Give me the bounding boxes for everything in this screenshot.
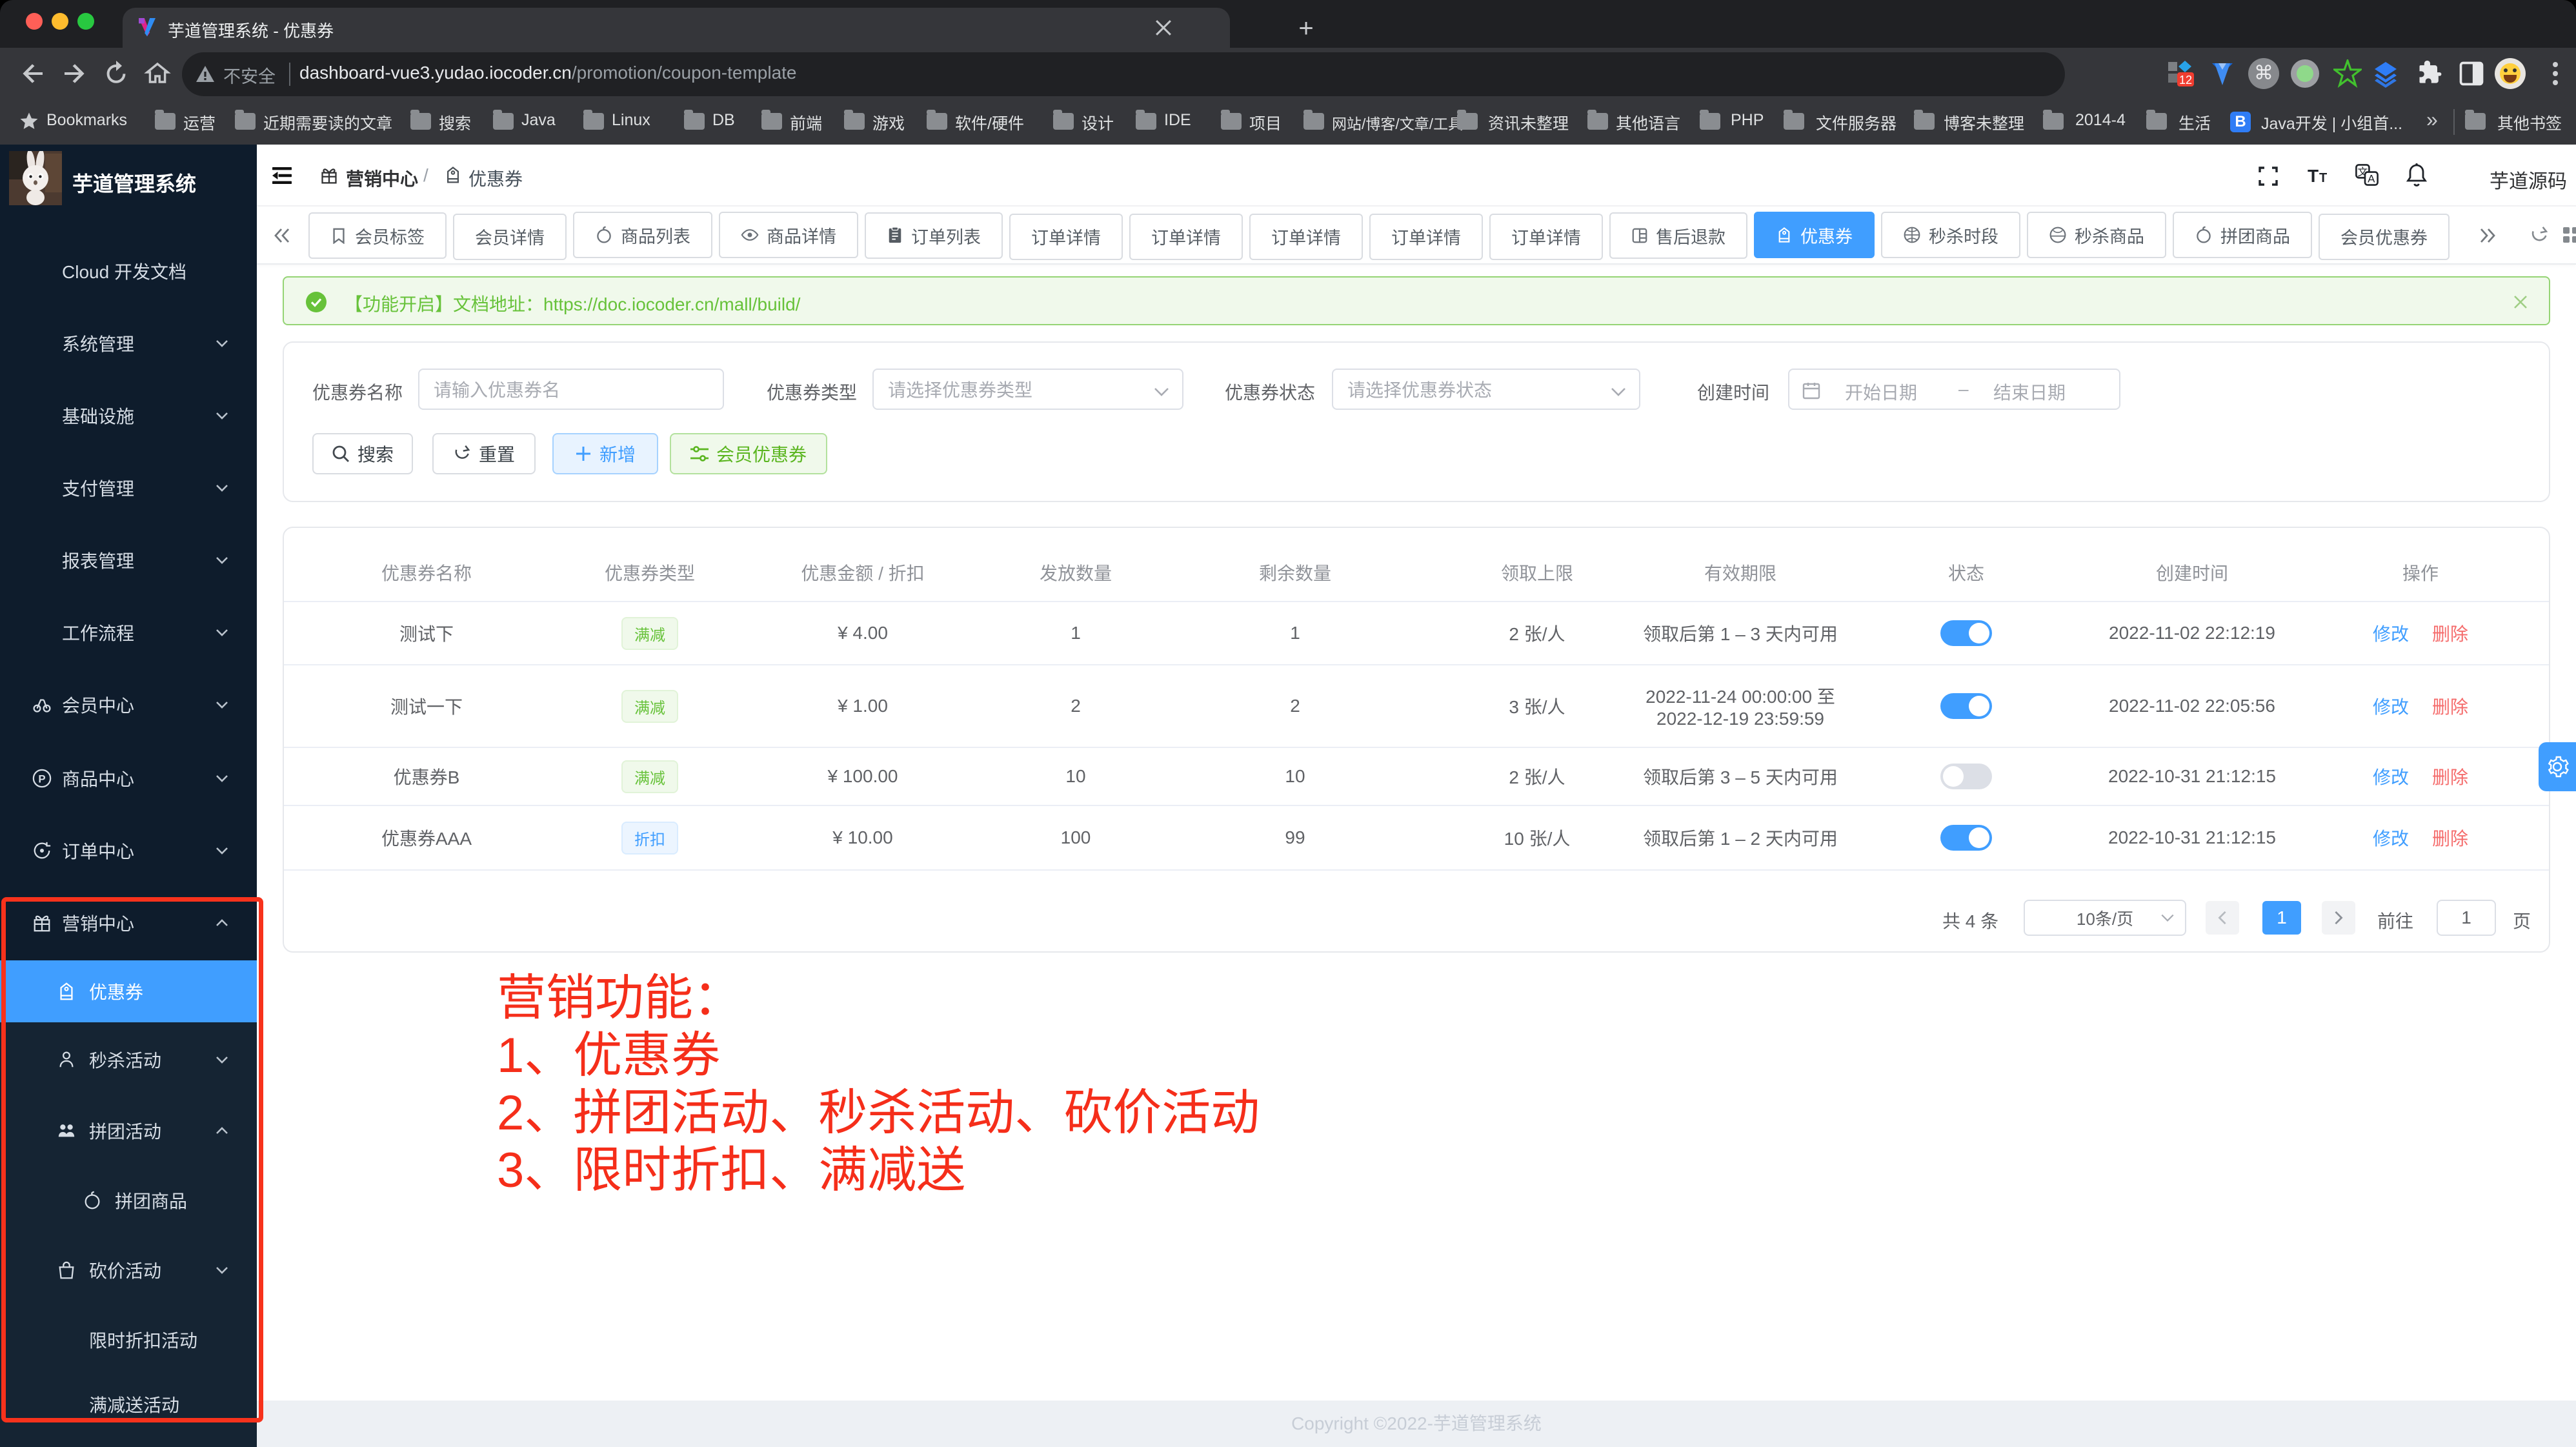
svg-text:P: P bbox=[38, 773, 45, 785]
svg-text:A: A bbox=[2368, 173, 2375, 185]
svg-text:12: 12 bbox=[2179, 74, 2192, 86]
svg-text:T: T bbox=[2319, 171, 2327, 185]
svg-text:T: T bbox=[2308, 166, 2319, 186]
